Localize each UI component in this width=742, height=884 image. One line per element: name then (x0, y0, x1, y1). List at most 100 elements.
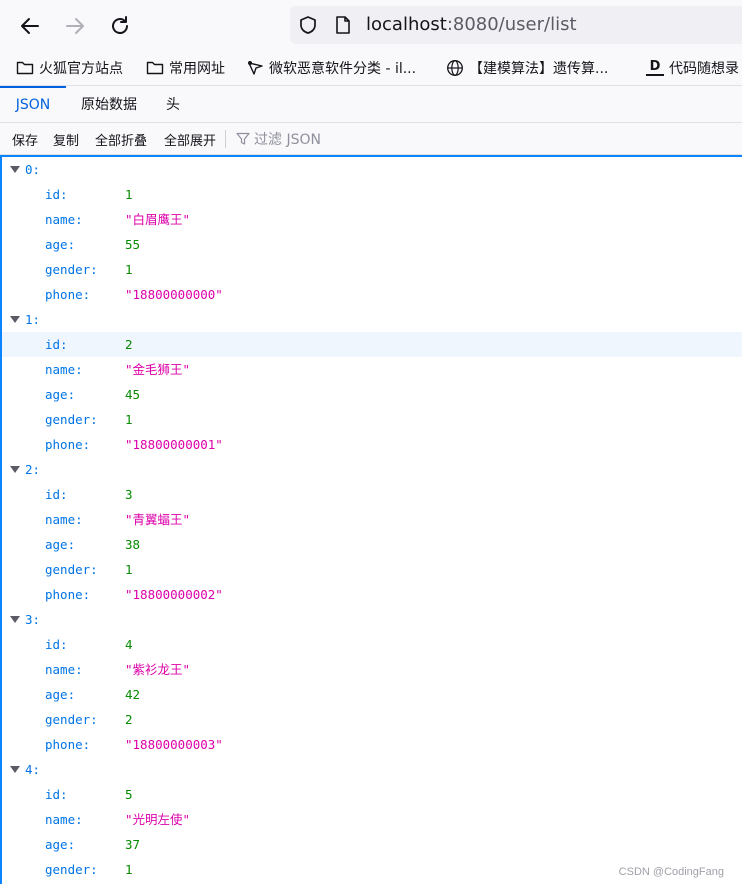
key-label: id: (45, 787, 68, 802)
number-value: 1 (125, 262, 133, 277)
array-index: 0: (25, 162, 41, 177)
key-label: age: (45, 837, 76, 852)
expand-toggle-icon[interactable] (10, 616, 20, 623)
tree-row[interactable]: age: 38 (2, 532, 742, 557)
key-label: age: (45, 237, 76, 252)
copy-button[interactable]: 复制 (53, 123, 79, 155)
expand-toggle-icon[interactable] (10, 466, 20, 473)
json-tree: 0: id: 1 name: "白眉鹰王" age: 55 gender: 1 phon… (0, 155, 742, 884)
globe-icon (447, 60, 463, 76)
tree-row[interactable]: age: 45 (2, 382, 742, 407)
toolbar-divider (225, 130, 226, 148)
shield-icon[interactable] (298, 15, 318, 35)
bookmark-label: 【建模算法】遗传算... (469, 61, 609, 77)
string-value: "18800000002" (125, 587, 223, 602)
tree-row[interactable]: name: "白眉鹰王" (2, 207, 742, 232)
url-bar[interactable]: localhost:8080/user/list (290, 6, 742, 44)
key-label: age: (45, 687, 76, 702)
tab-raw-data[interactable]: 原始数据 (68, 86, 150, 122)
array-index: 2: (25, 462, 41, 477)
key-label: gender: (45, 712, 98, 727)
number-value: 1 (125, 562, 133, 577)
expand-toggle-icon[interactable] (10, 316, 20, 323)
tree-row[interactable]: gender: 1 (2, 557, 742, 582)
string-value: "18800000001" (125, 437, 223, 452)
key-label: id: (45, 637, 68, 652)
tree-row-index[interactable]: 1: (2, 307, 742, 332)
string-value: "光明左使" (125, 812, 191, 827)
collapse-all-button[interactable]: 全部折叠 (95, 123, 147, 155)
tree-row[interactable]: age: 42 (2, 682, 742, 707)
number-value: 45 (125, 387, 141, 402)
url-host: localhost (366, 14, 447, 35)
tree-row[interactable]: id: 1 (2, 182, 742, 207)
expand-toggle-icon[interactable] (10, 766, 20, 773)
string-value: "白眉鹰王" (125, 212, 191, 227)
tree-row[interactable]: age: 55 (2, 232, 742, 257)
tree-row[interactable]: phone: "18800000001" (2, 432, 742, 457)
tree-row-index[interactable]: 0: (2, 157, 742, 182)
tree-row[interactable]: id: 5 (2, 782, 742, 807)
bookmark-label: 代码随想录 (669, 61, 739, 77)
tree-row[interactable]: name: "光明左使" (2, 807, 742, 832)
filter-json-input[interactable]: 过滤 JSON (236, 123, 321, 155)
save-button[interactable]: 保存 (12, 123, 38, 155)
number-value: 3 (125, 487, 133, 502)
json-toolbar: 保存 复制 全部折叠 全部展开 过滤 JSON (0, 123, 742, 155)
tree-row[interactable]: name: "金毛狮王" (2, 357, 742, 382)
arrow-left-icon (21, 18, 39, 34)
reload-icon (112, 16, 128, 34)
url-text[interactable]: localhost:8080/user/list (366, 14, 577, 36)
expand-all-button[interactable]: 全部展开 (164, 123, 216, 155)
string-value: "金毛狮王" (125, 362, 191, 377)
tree-row-index[interactable]: 2: (2, 457, 742, 482)
forward-button[interactable] (58, 9, 92, 43)
string-value: "紫衫龙王" (125, 662, 191, 677)
page-icon[interactable] (334, 15, 352, 35)
bookmark-label: 火狐官方站点 (39, 61, 123, 77)
key-label: name: (45, 362, 83, 377)
expand-toggle-icon[interactable] (10, 166, 20, 173)
url-path: :8080/user/list (446, 14, 577, 35)
bookmark-folder-common[interactable]: 常用网址 (146, 50, 225, 85)
array-index: 4: (25, 762, 41, 777)
tree-row[interactable]: phone: "18800000000" (2, 282, 742, 307)
reload-button[interactable] (103, 9, 137, 43)
number-value: 38 (125, 537, 141, 552)
tree-row-hovered[interactable]: id: 2 (2, 332, 742, 357)
tab-json[interactable]: JSON (0, 86, 66, 122)
arrow-right-icon (66, 18, 84, 34)
tree-row[interactable]: phone: "18800000002" (2, 582, 742, 607)
tree-row[interactable]: id: 3 (2, 482, 742, 507)
key-label: phone: (45, 287, 91, 302)
tree-row[interactable]: age: 37 (2, 832, 742, 857)
back-button[interactable] (13, 9, 47, 43)
tree-row[interactable]: gender: 1 (2, 407, 742, 432)
tree-row[interactable]: name: "青翼蝠王" (2, 507, 742, 532)
bookmarks-bar: 火狐官方站点 常用网址 微软恶意软件分类 - il... 【建模算法】遗传算..… (0, 50, 742, 86)
key-label: gender: (45, 562, 98, 577)
tree-row[interactable]: phone: "18800000003" (2, 732, 742, 757)
tree-row[interactable]: gender: 2 (2, 707, 742, 732)
tree-row[interactable]: name: "紫衫龙王" (2, 657, 742, 682)
key-label: name: (45, 512, 83, 527)
key-label: id: (45, 337, 68, 352)
bookmark-folder-firefox[interactable]: 火狐官方站点 (16, 50, 123, 85)
bookmark-genetic-algorithm[interactable]: 【建模算法】遗传算... (446, 50, 609, 85)
number-value: 2 (125, 712, 133, 727)
number-value: 1 (125, 862, 133, 877)
tab-headers[interactable]: 头 (156, 86, 190, 122)
key-label: name: (45, 812, 83, 827)
bookmark-malware-classification[interactable]: 微软恶意软件分类 - il... (246, 50, 416, 85)
csdn-watermark: CSDN @CodingFang (618, 866, 724, 878)
tree-row-index[interactable]: 4: (2, 757, 742, 782)
tree-row[interactable]: id: 4 (2, 632, 742, 657)
tree-row[interactable]: gender: 1 (2, 257, 742, 282)
number-value: 1 (125, 412, 133, 427)
d-logo-icon: D (646, 60, 664, 76)
key-label: phone: (45, 437, 91, 452)
key-label: gender: (45, 262, 98, 277)
bookmark-label: 常用网址 (169, 61, 225, 77)
tree-row-index[interactable]: 3: (2, 607, 742, 632)
bookmark-code-random-thoughts[interactable]: D 代码随想录 (646, 50, 739, 85)
